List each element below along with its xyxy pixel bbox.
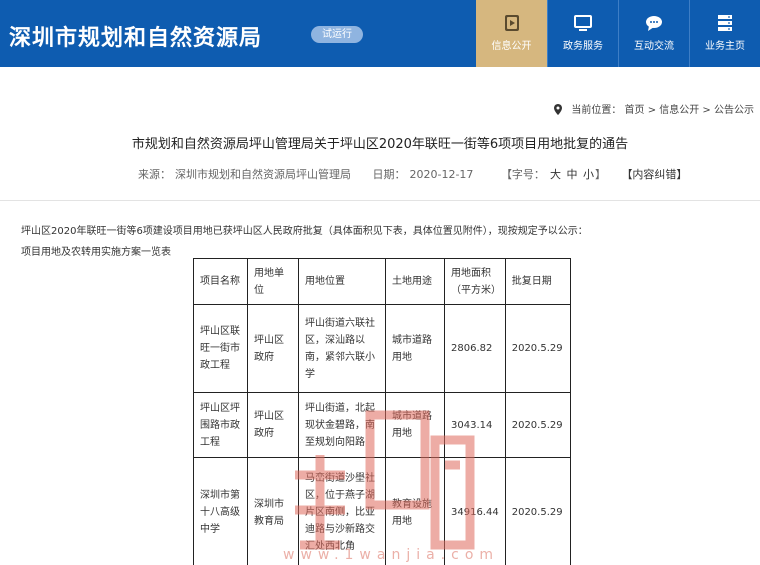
- nav-item-label: 政务服务: [563, 41, 603, 52]
- trial-badge: 试运行: [311, 26, 363, 43]
- header-cell: 土地用途: [385, 258, 445, 305]
- article-intro: 坪山区2020年联旺一街等6项建设项目用地已获坪山区人民政府批复（具体面积见下表…: [21, 226, 588, 237]
- font-size-control: 【字号： 大 中 小】: [501, 168, 610, 181]
- table-caption: 项目用地及农转用实施方案一览表: [21, 247, 171, 258]
- font-large-button[interactable]: 大: [550, 168, 561, 181]
- article-title: 市规划和自然资源局坪山管理局关于坪山区2020年联旺一街等6项项目用地批复的通告: [131, 137, 629, 152]
- top-header: 深圳市规划和自然资源局 试运行 信息公开 政务服务 互动交流 业务主页: [0, 0, 760, 67]
- table-cell: 坪山区政府: [247, 392, 299, 458]
- land-use-table: 项目名称 用地单位 用地位置 土地用途 用地面积（平方米） 批复日期 坪山区联旺…: [193, 258, 571, 565]
- table-cell: 2020.5.29: [504, 392, 571, 458]
- table-cell: 坪山区坪围路市政工程: [193, 392, 248, 458]
- chat-icon: [646, 16, 662, 31]
- table-cell: 2020.5.29: [504, 304, 571, 393]
- table-cell: 坪山街道六联社区，深汕路以南，紧邻六联小学: [298, 304, 386, 393]
- nav-item-info-disclosure[interactable]: 信息公开: [476, 0, 547, 67]
- table-row: 坪山区联旺一街市政工程 坪山区政府 坪山街道六联社区，深汕路以南，紧邻六联小学 …: [193, 304, 571, 393]
- table-cell: 深圳市第十八高级中学: [193, 457, 248, 565]
- header-cell: 用地面积（平方米）: [444, 258, 506, 305]
- font-medium-button[interactable]: 中: [566, 168, 577, 181]
- table-cell: 坪山区政府: [247, 304, 299, 393]
- table-cell: 2020.5.29: [504, 457, 571, 565]
- nav-item-interaction[interactable]: 互动交流: [618, 0, 689, 67]
- table-cell: 城市道路用地: [385, 304, 445, 393]
- header-cell: 项目名称: [193, 258, 248, 305]
- source-label: 来源：: [138, 168, 171, 181]
- errata-link[interactable]: 【内容纠错】: [621, 168, 687, 181]
- nav-item-label: 业务主页: [705, 41, 745, 52]
- header-cell: 用地位置: [298, 258, 386, 305]
- nav-item-business-home[interactable]: 业务主页: [689, 0, 760, 67]
- table-header-row: 项目名称 用地单位 用地位置 土地用途 用地面积（平方米） 批复日期: [193, 258, 571, 305]
- monitor-icon: [574, 15, 592, 31]
- video-icon: [504, 15, 519, 31]
- breadcrumb-prefix: 当前位置：: [571, 105, 622, 116]
- table-cell: 城市道路用地: [385, 392, 445, 458]
- nav-item-gov-services[interactable]: 政务服务: [547, 0, 618, 67]
- site-title[interactable]: 深圳市规划和自然资源局: [9, 20, 262, 52]
- table-cell: 坪山区联旺一街市政工程: [193, 304, 248, 393]
- table-cell: 2806.82: [444, 304, 506, 393]
- server-icon: [718, 15, 732, 31]
- font-size-label: 【字号：: [500, 168, 545, 181]
- table-cell: 坪山街道，北起现状金碧路，南至规划向阳路: [298, 392, 386, 458]
- source-value: 深圳市规划和自然资源局坪山管理局: [175, 168, 351, 181]
- location-pin-icon: [554, 104, 563, 115]
- article-meta: 来源： 深圳市规划和自然资源局坪山管理局 日期： 2020-12-17 【字号： 大 …: [138, 166, 691, 182]
- table-cell: 3043.14: [444, 392, 506, 458]
- header-cell: 用地单位: [247, 258, 299, 305]
- date-value: 2020-12-17: [409, 168, 474, 181]
- date-label: 日期：: [372, 168, 406, 181]
- nav-item-label: 互动交流: [634, 41, 674, 52]
- font-small-button[interactable]: 小: [583, 168, 594, 181]
- main-nav: 信息公开 政务服务 互动交流 业务主页: [476, 0, 760, 67]
- breadcrumb: 当前位置： 首页 > 信息公开 > 公告公示: [554, 101, 754, 116]
- font-size-close: 】: [594, 168, 606, 181]
- divider: [0, 200, 760, 201]
- breadcrumb-path[interactable]: 首页 > 信息公开 > 公告公示: [625, 105, 754, 116]
- nav-item-label: 信息公开: [491, 41, 532, 52]
- watermark-url: www.1wanjia.com: [283, 547, 500, 563]
- table-row: 坪山区坪围路市政工程 坪山区政府 坪山街道，北起现状金碧路，南至规划向阳路 城市…: [193, 392, 571, 458]
- header-cell: 批复日期: [504, 258, 571, 305]
